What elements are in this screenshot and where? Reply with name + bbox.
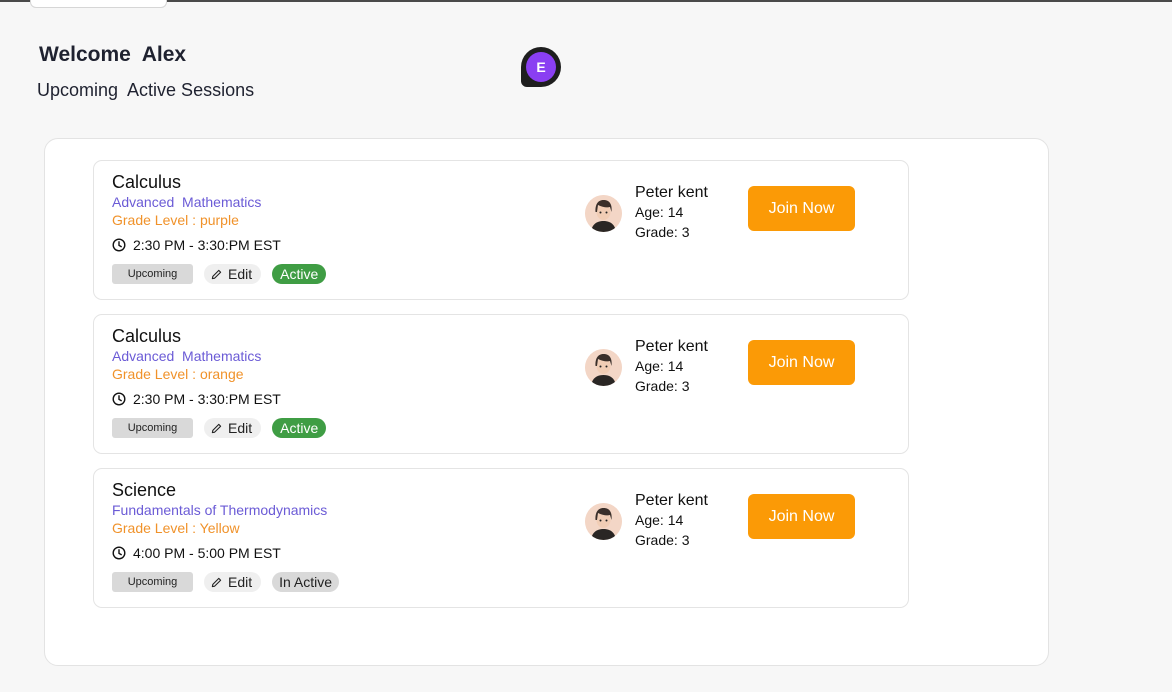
student-name: Peter kent — [635, 184, 708, 201]
session-time-row: 4:00 PM - 5:00 PM EST — [112, 545, 281, 561]
status-badge: Active — [272, 418, 327, 438]
student-grade: Grade: 3 — [635, 224, 690, 240]
status-badge: Active — [272, 264, 327, 284]
sessions-subtitle: Upcoming Active Sessions — [37, 80, 255, 100]
clock-icon — [112, 238, 126, 252]
session-course: Advanced Mathematics — [112, 194, 262, 210]
pencil-icon — [211, 269, 222, 279]
session-badges: Upcoming Edit Active — [112, 418, 327, 438]
edit-label: Edit — [228, 574, 253, 590]
edit-label: Edit — [228, 420, 253, 436]
pencil-icon — [211, 423, 222, 433]
session-grade-level: Grade Level : orange — [112, 366, 244, 382]
session-subject: Calculus — [112, 172, 182, 192]
student-avatar — [585, 503, 622, 540]
edit-label: Edit — [228, 266, 253, 282]
session-badges: Upcoming Edit Active — [112, 264, 327, 284]
session-course: Advanced Mathematics — [112, 348, 262, 364]
user-avatar[interactable]: E — [521, 47, 561, 87]
upcoming-badge: Upcoming — [112, 264, 193, 284]
student-age: Age: 14 — [635, 204, 684, 220]
session-time-row: 2:30 PM - 3:30:PM EST — [112, 237, 281, 253]
session-subject: Science — [112, 480, 177, 500]
student-grade: Grade: 3 — [635, 532, 690, 548]
session-card: Calculus Advanced Mathematics Grade Leve… — [93, 314, 909, 454]
status-badge: In Active — [272, 572, 340, 592]
student-name: Peter kent — [635, 492, 708, 509]
edit-button[interactable]: Edit — [204, 418, 262, 438]
student-grade: Grade: 3 — [635, 378, 690, 394]
session-time: 2:30 PM - 3:30:PM EST — [133, 237, 281, 253]
join-now-button[interactable]: Join Now — [748, 186, 855, 231]
session-course: Fundamentals of Thermodynamics — [112, 502, 328, 518]
edit-button[interactable]: Edit — [204, 264, 262, 284]
pencil-icon — [211, 577, 222, 587]
student-info: Peter kent Age: 14 Grade: 3 — [635, 492, 708, 550]
session-time: 2:30 PM - 3:30:PM EST — [133, 391, 281, 407]
top-tab[interactable] — [30, 0, 167, 8]
clock-icon — [112, 546, 126, 560]
session-card: Science Fundamentals of Thermodynamics G… — [93, 468, 909, 608]
upcoming-badge: Upcoming — [112, 418, 193, 438]
user-avatar-initial: E — [526, 52, 556, 82]
student-avatar — [585, 195, 622, 232]
session-card: Calculus Advanced Mathematics Grade Leve… — [93, 160, 909, 300]
student-age: Age: 14 — [635, 512, 684, 528]
session-grade-level: Grade Level : purple — [112, 212, 239, 228]
session-time-row: 2:30 PM - 3:30:PM EST — [112, 391, 281, 407]
session-time: 4:00 PM - 5:00 PM EST — [133, 545, 281, 561]
upcoming-badge: Upcoming — [112, 572, 193, 592]
join-now-button[interactable]: Join Now — [748, 340, 855, 385]
student-age: Age: 14 — [635, 358, 684, 374]
session-badges: Upcoming Edit In Active — [112, 572, 340, 592]
student-avatar — [585, 349, 622, 386]
student-info: Peter kent Age: 14 Grade: 3 — [635, 184, 708, 242]
clock-icon — [112, 392, 126, 406]
student-name: Peter kent — [635, 338, 708, 355]
session-subject: Calculus — [112, 326, 182, 346]
session-grade-level: Grade Level : Yellow — [112, 520, 240, 536]
welcome-heading: Welcome Alex — [39, 43, 187, 66]
top-border — [0, 0, 1172, 2]
join-now-button[interactable]: Join Now — [748, 494, 855, 539]
edit-button[interactable]: Edit — [204, 572, 262, 592]
student-info: Peter kent Age: 14 Grade: 3 — [635, 338, 708, 396]
